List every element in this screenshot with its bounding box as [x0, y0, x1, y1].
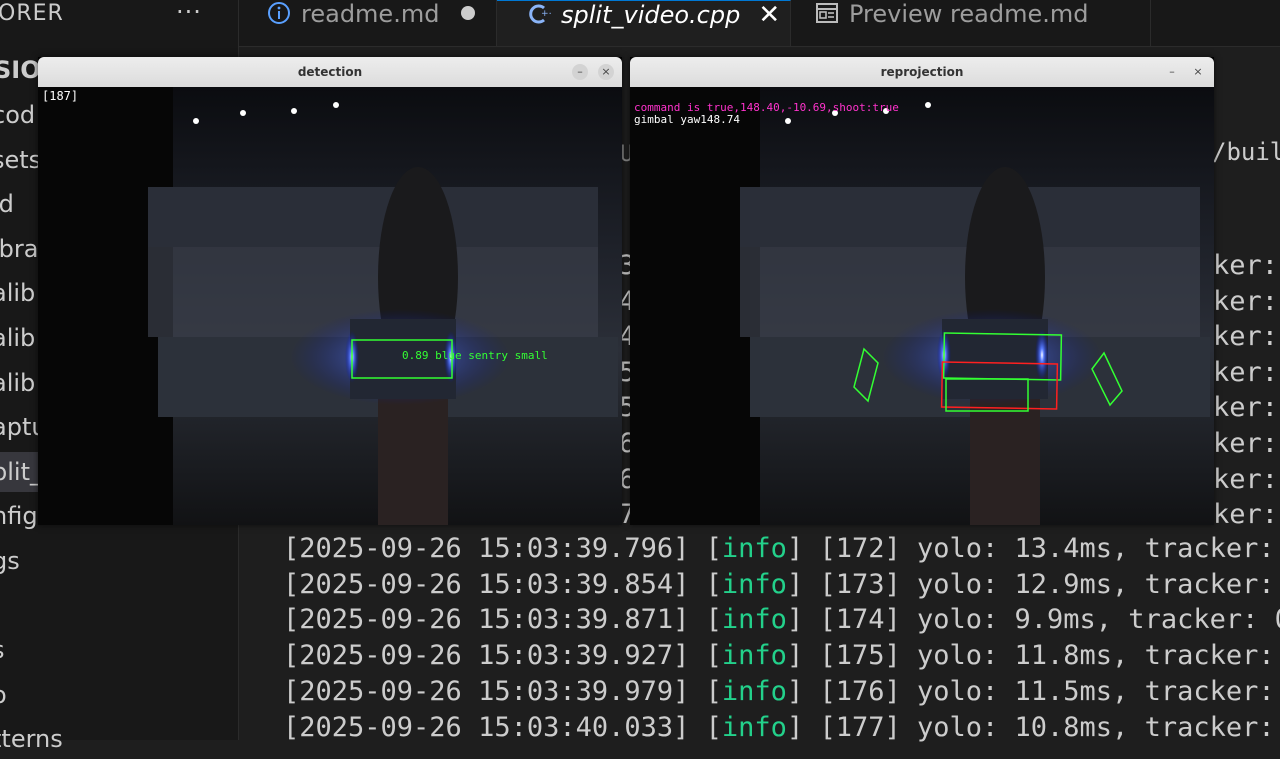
camera-frame-image: [630, 87, 1214, 525]
tree-item-label: plit_: [0, 457, 42, 486]
svg-text:++: ++: [541, 9, 551, 19]
explorer-title: ORER: [0, 1, 64, 26]
close-icon[interactable]: ✕: [758, 0, 780, 30]
tab-readme[interactable]: readme.md: [239, 0, 497, 46]
window-title: reprojection: [880, 65, 964, 79]
window-title: detection: [297, 65, 363, 79]
log-timestamp: [2025-09-26 15:03:39.871]: [283, 604, 690, 636]
log-level: info: [721, 640, 787, 672]
log-level: info: [721, 711, 787, 743]
explorer-tree-item[interactable]: gs: [0, 541, 238, 581]
detection-frame: [187] 0.89 blue sentry small: [38, 87, 622, 525]
log-level: info: [721, 533, 787, 564]
tree-item-label: tterns: [0, 725, 63, 754]
log-level: info: [721, 675, 787, 707]
terminal-log-line: [2025-09-26 15:03:39.927] [info] [175] y…: [283, 640, 1275, 672]
explorer-tree-item[interactable]: s: [0, 630, 238, 670]
reprojection-window[interactable]: reprojection – × command is true,148.40,…: [630, 57, 1214, 525]
reprojection-titlebar[interactable]: reprojection – ×: [630, 57, 1214, 87]
minimize-button[interactable]: –: [1164, 64, 1180, 80]
camera-frame-image: [38, 87, 622, 525]
terminal-log-line: [2025-09-26 15:03:39.854] [info] [173] y…: [283, 568, 1275, 600]
detection-titlebar[interactable]: detection – ×: [38, 57, 622, 87]
editor-tab-bar: readme.md ++ split_video.cpp ✕ Preview re…: [239, 0, 1280, 47]
preview-icon: [815, 1, 839, 25]
tree-item-label: cod: [0, 101, 36, 129]
info-icon: [267, 1, 291, 25]
terminal-line-fragment: ker:: [1213, 428, 1279, 459]
tree-item-label: ld: [0, 190, 14, 219]
tree-item-label: alib: [0, 279, 36, 308]
unsaved-dot-icon[interactable]: [461, 6, 476, 20]
log-message: [175] yolo: 11.8ms, tracker:: [803, 640, 1275, 672]
frame-counter: [187]: [42, 89, 79, 103]
log-message: [177] yolo: 10.8ms, tracker:: [803, 711, 1275, 743]
tree-item-label: sets: [0, 145, 42, 174]
terminal-line-fragment: ker:: [1213, 356, 1279, 388]
log-timestamp: [2025-09-26 15:03:39.979]: [283, 675, 690, 707]
terminal-log-line: [2025-09-26 15:03:39.979] [info] [176] y…: [283, 675, 1275, 707]
tree-item-label: o: [0, 681, 7, 709]
explorer-section-header[interactable]: SIO: [0, 56, 41, 84]
reprojection-frame: command is true,148.40,-10.69,shoot:true…: [630, 87, 1214, 525]
detection-window[interactable]: detection – × [187] 0.89 blue sentry sma…: [38, 57, 622, 525]
gimbal-text: gimbal yaw148.74: [634, 113, 740, 126]
close-button[interactable]: ×: [598, 64, 614, 80]
log-level: info: [721, 604, 787, 636]
tab-split-video[interactable]: ++ split_video.cpp ✕: [497, 0, 791, 46]
log-message: [173] yolo: 12.9ms, tracker:: [803, 568, 1275, 600]
tree-item-label: alib: [0, 324, 36, 352]
tree-item-label: nfig: [0, 502, 38, 531]
terminal-log-line: [2025-09-26 15:03:40.033] [info] [177] y…: [283, 711, 1275, 743]
tree-item-label: ibra: [0, 234, 39, 263]
terminal-log-line: [2025-09-26 15:03:39.796] [info] [172] y…: [283, 533, 1275, 564]
tab-label: split_video.cpp: [561, 1, 741, 29]
log-message: [174] yolo: 9.9ms, tracker: 0: [803, 604, 1280, 636]
explorer-tree-item[interactable]: o: [0, 675, 238, 715]
terminal-line-fragment: ker:: [1213, 392, 1279, 424]
terminal-line-fragment: ker:: [1213, 285, 1279, 317]
terminal-line-fragment: ker:: [1213, 250, 1279, 281]
log-message: [172] yolo: 13.4ms, tracker:: [803, 533, 1275, 564]
close-button[interactable]: ×: [1190, 64, 1206, 80]
more-actions-icon[interactable]: ···: [176, 0, 202, 26]
editor-path-fragment: /build/a: [1212, 138, 1280, 166]
tab-label: Preview readme.md: [849, 0, 1089, 28]
log-timestamp: [2025-09-26 15:03:39.796]: [283, 533, 690, 564]
tree-item-label: alib: [0, 368, 36, 397]
cpp-file-icon: ++: [527, 2, 556, 26]
terminal-line-fragment: ker:: [1213, 463, 1279, 495]
terminal-log-line: [2025-09-26 15:03:39.871] [info] [174] y…: [283, 602, 1280, 638]
tree-item-label: gs: [0, 547, 20, 575]
log-level: info: [721, 568, 787, 600]
tree-item-label: s: [0, 636, 5, 664]
log-message: [176] yolo: 11.5ms, tracker:: [803, 675, 1275, 707]
terminal-line-fragment: ker:: [1213, 321, 1279, 353]
tab-label: readme.md: [301, 0, 440, 28]
tab-preview-readme[interactable]: Preview readme.md: [791, 0, 1151, 46]
terminal-line-fragment: ker:: [1213, 499, 1279, 531]
log-timestamp: [2025-09-26 15:03:40.033]: [283, 711, 690, 743]
detection-label: 0.89 blue sentry small: [402, 349, 548, 362]
log-timestamp: [2025-09-26 15:03:39.927]: [283, 640, 690, 672]
minimize-button[interactable]: –: [572, 64, 588, 80]
explorer-tree-item[interactable]: tterns: [0, 719, 238, 759]
log-timestamp: [2025-09-26 15:03:39.854]: [283, 568, 690, 600]
explorer-tree-item[interactable]: [0, 586, 238, 626]
